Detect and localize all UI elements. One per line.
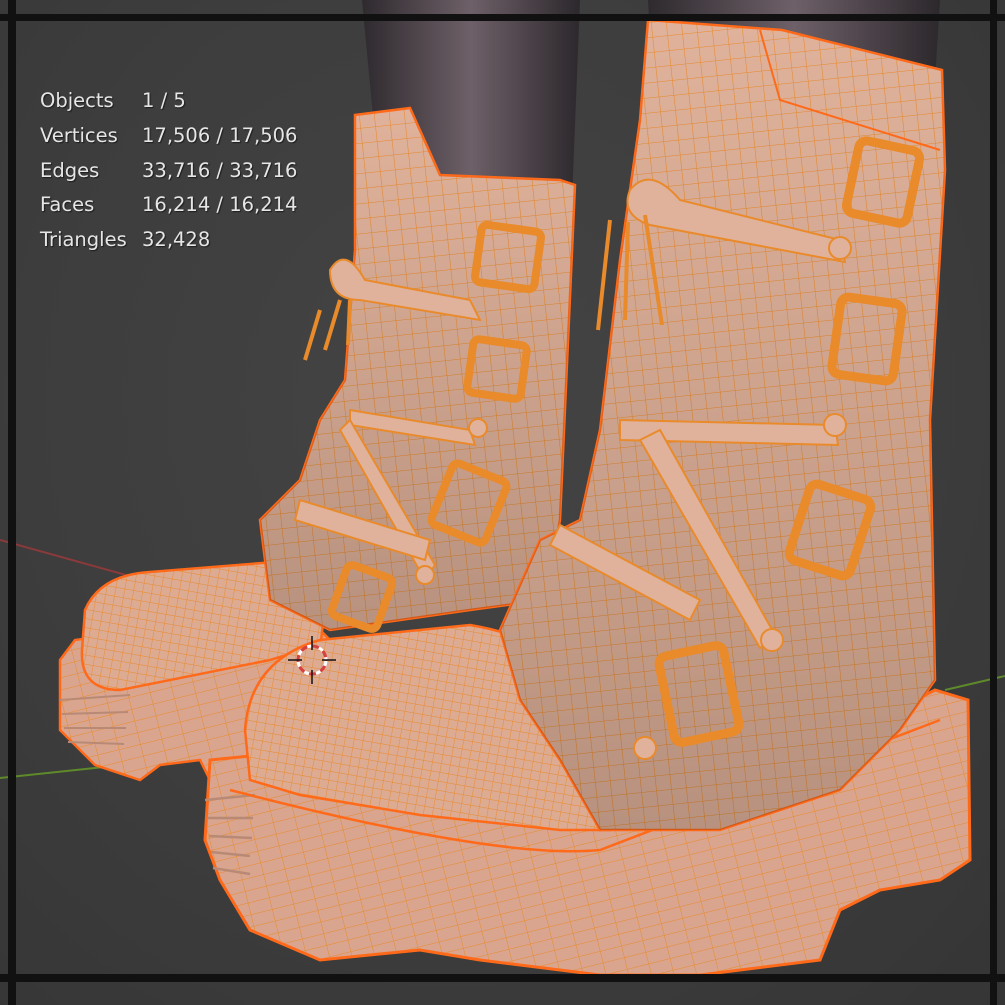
stat-value: 32,428 [142, 228, 211, 252]
frame-right [990, 0, 997, 1005]
stat-value: 1 / 5 [142, 89, 186, 112]
stat-value: 33,716 / 33,716 [142, 158, 298, 182]
frame-bottom [0, 974, 1005, 982]
3d-viewport[interactable]: Objects 1 / 5 Vertices 17,506 / 17,506 E… [0, 0, 1005, 1005]
frame-left [8, 0, 16, 1005]
viewport-statistics: Objects 1 / 5 Vertices 17,506 / 17,506 E… [40, 84, 297, 258]
stat-value: 16,214 / 16,214 [142, 193, 298, 217]
stat-row-triangles: Triangles 32,428 [40, 223, 297, 258]
stat-row-faces: Faces 16,214 / 16,214 [40, 188, 297, 223]
stat-value: 17,506 / 17,506 [142, 123, 298, 147]
stat-row-edges: Edges 33,716 / 33,716 [40, 154, 297, 189]
stat-label: Faces [40, 193, 95, 217]
stat-label: Objects [40, 89, 114, 112]
stat-label: Vertices [40, 123, 118, 147]
frame-top [0, 14, 1005, 21]
stat-row-vertices: Vertices 17,506 / 17,506 [40, 119, 297, 154]
stat-label: Edges [40, 158, 100, 182]
stat-row-objects: Objects 1 / 5 [40, 84, 297, 119]
stat-label: Triangles [40, 228, 127, 252]
